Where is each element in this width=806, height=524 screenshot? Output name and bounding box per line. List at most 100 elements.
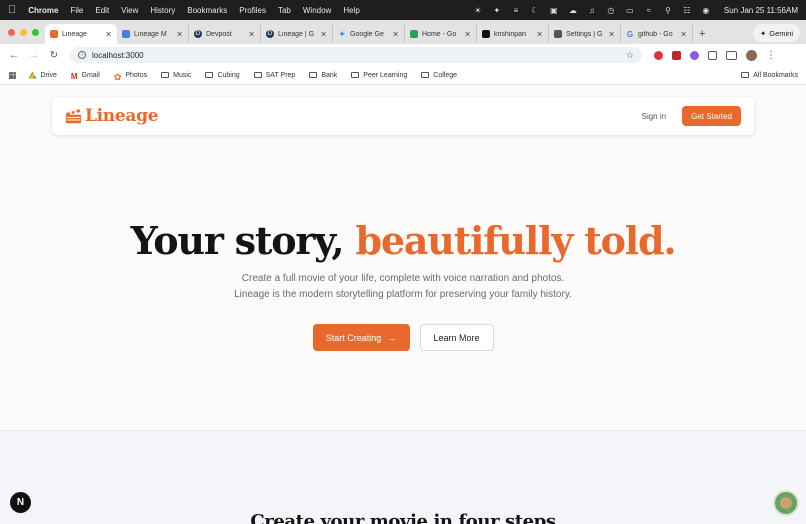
docs-favicon-icon — [122, 30, 130, 38]
tab-github-search[interactable]: G github - Go ✕ — [621, 24, 693, 44]
menu-app[interactable]: Chrome — [28, 6, 58, 15]
menu-window[interactable]: Window — [303, 6, 331, 15]
bookmark-label: Bank — [321, 71, 338, 79]
menu-bookmarks[interactable]: Bookmarks — [187, 6, 227, 15]
menubar-clock[interactable]: Sun Jan 25 11:56AM — [724, 6, 798, 15]
battery-icon[interactable]: ▭ — [625, 6, 635, 15]
extensions-area: ⋮ — [654, 49, 776, 61]
bookmark-photos[interactable]: ✿ Photos — [114, 71, 148, 82]
devpost-favicon-icon: D — [194, 30, 202, 38]
calendar-icon[interactable]: ▣ — [549, 6, 559, 15]
tab-label: github - Go — [638, 30, 673, 38]
close-tab-icon[interactable]: ✕ — [320, 30, 327, 39]
bookmark-folder-peer-learning[interactable]: Peer Learning — [351, 72, 407, 79]
bookmark-folder-bank[interactable]: Bank — [309, 72, 337, 79]
address-bar[interactable]: i localhost:3000 ☆ — [70, 47, 642, 63]
menu-view[interactable]: View — [121, 6, 138, 15]
close-tab-icon[interactable]: ✕ — [248, 30, 255, 39]
menu-profiles[interactable]: Profiles — [239, 6, 266, 15]
steps-section-title: Create your movie in four steps — [250, 511, 556, 524]
apple-icon[interactable]:  — [8, 4, 16, 16]
menu-help[interactable]: Help — [343, 6, 359, 15]
close-tab-icon[interactable]: ✕ — [680, 30, 687, 39]
extension-icon[interactable] — [672, 50, 681, 60]
tab-lineage-devpost[interactable]: D Lineage | G ✕ — [261, 24, 333, 44]
wifi-icon[interactable]: ≈ — [644, 6, 654, 15]
folder-icon — [253, 72, 262, 78]
brightness-icon[interactable]: ☀ — [473, 6, 483, 15]
gemini-favicon-icon: ✦ — [338, 28, 346, 39]
site-info-icon[interactable]: i — [78, 51, 86, 59]
floating-assistant-button[interactable] — [773, 490, 799, 516]
tab-krishinpari[interactable]: krishinpari ✕ — [477, 24, 549, 44]
apps-grid-icon[interactable]: ▦ — [8, 70, 17, 81]
tab-lineage-docs[interactable]: Lineage M ✕ — [117, 24, 189, 44]
gmail-icon: M — [70, 71, 78, 81]
menu-file[interactable]: File — [70, 6, 83, 15]
tab-devpost[interactable]: D Devpost ✕ — [189, 24, 261, 44]
tab-google-drive[interactable]: Home - Go ✕ — [405, 24, 477, 44]
zoom-window-button[interactable] — [32, 28, 39, 36]
get-started-button[interactable]: Get Started — [682, 106, 741, 126]
arrow-right-icon: → — [387, 332, 397, 343]
control-center-icon[interactable]: ☷ — [682, 6, 692, 15]
address-url[interactable]: localhost:3000 — [92, 51, 144, 60]
nextjs-dev-badge[interactable]: N — [10, 492, 31, 513]
tab-settings[interactable]: Settings | G ✕ — [549, 24, 621, 44]
profile-avatar-icon[interactable] — [746, 49, 757, 61]
siri-icon[interactable]: ◉ — [701, 6, 711, 15]
tab-lineage[interactable]: Lineage ✕ — [45, 24, 117, 44]
close-tab-icon[interactable]: ✕ — [392, 30, 399, 39]
bookmark-label: Drive — [40, 71, 57, 79]
bookmark-gmail[interactable]: M Gmail — [70, 71, 100, 81]
tab-strip: Lineage ✕ Lineage M ✕ D Devpost ✕ D Line… — [0, 20, 806, 44]
back-arrow-icon[interactable]: ← — [6, 50, 22, 61]
bookmark-folder-college[interactable]: College — [421, 72, 457, 79]
site-navbar: Lineage Sign in Get Started — [52, 97, 754, 135]
bookmark-drive[interactable]: Drive — [28, 71, 57, 79]
menu-history[interactable]: History — [150, 6, 175, 15]
spotlight-icon[interactable]: ⚲ — [663, 6, 673, 15]
tab-label: Lineage — [62, 30, 87, 38]
logo-wordmark: Lineage — [85, 106, 159, 126]
side-panel-icon[interactable] — [726, 50, 737, 60]
forward-arrow-icon[interactable]: → — [26, 50, 42, 61]
close-tab-icon[interactable]: ✕ — [464, 30, 471, 39]
extension-icon[interactable] — [690, 50, 699, 60]
bookmark-star-icon[interactable]: ☆ — [626, 50, 634, 61]
chrome-menu-icon[interactable]: ⋮ — [766, 50, 776, 61]
puzzle-extensions-icon[interactable] — [708, 50, 717, 60]
gemini-button[interactable]: ✦ Gemini — [752, 24, 800, 42]
close-tab-icon[interactable]: ✕ — [608, 30, 615, 39]
sparkle-icon[interactable]: ✦ — [492, 6, 502, 15]
sign-in-link[interactable]: Sign in — [642, 112, 666, 121]
minimize-window-button[interactable] — [20, 28, 27, 36]
tab-google-gemini[interactable]: ✦ Google Ge ✕ — [333, 24, 405, 44]
music-icon[interactable]: ♫ — [587, 6, 597, 15]
close-tab-icon[interactable]: ✕ — [536, 30, 543, 39]
all-bookmarks-button[interactable]: All Bookmarks — [741, 72, 798, 79]
start-creating-button[interactable]: Start Creating → — [312, 324, 410, 351]
menu-tab[interactable]: Tab — [278, 6, 291, 15]
browser-toolbar: ← → ↻ i localhost:3000 ☆ ⋮ — [0, 44, 806, 66]
close-tab-icon[interactable]: ✕ — [105, 30, 112, 39]
notes-icon[interactable]: ≡ — [511, 6, 521, 15]
bookmark-folder-music[interactable]: Music — [161, 72, 191, 79]
cloud-icon[interactable]: ☁ — [568, 6, 578, 15]
bookmark-folder-cubing[interactable]: Cubing — [205, 72, 240, 79]
learn-more-button[interactable]: Learn More — [419, 324, 494, 351]
clock-icon[interactable]: ◷ — [606, 6, 616, 15]
close-window-button[interactable] — [8, 28, 15, 36]
tab-label: Lineage M — [134, 30, 167, 38]
bookmark-label: College — [433, 71, 458, 79]
adblock-extension-icon[interactable] — [654, 50, 663, 60]
new-tab-button[interactable]: + — [693, 24, 711, 44]
bookmark-folder-sat-prep[interactable]: SAT Prep — [253, 72, 295, 79]
site-logo[interactable]: Lineage — [65, 106, 159, 126]
bookmark-label: Photos — [125, 71, 148, 79]
reload-icon[interactable]: ↻ — [46, 50, 62, 61]
close-tab-icon[interactable]: ✕ — [176, 30, 183, 39]
hero-title-accent: beautifully told. — [355, 218, 677, 263]
menu-edit[interactable]: Edit — [95, 6, 109, 15]
moon-icon[interactable]: ☾ — [530, 6, 540, 15]
